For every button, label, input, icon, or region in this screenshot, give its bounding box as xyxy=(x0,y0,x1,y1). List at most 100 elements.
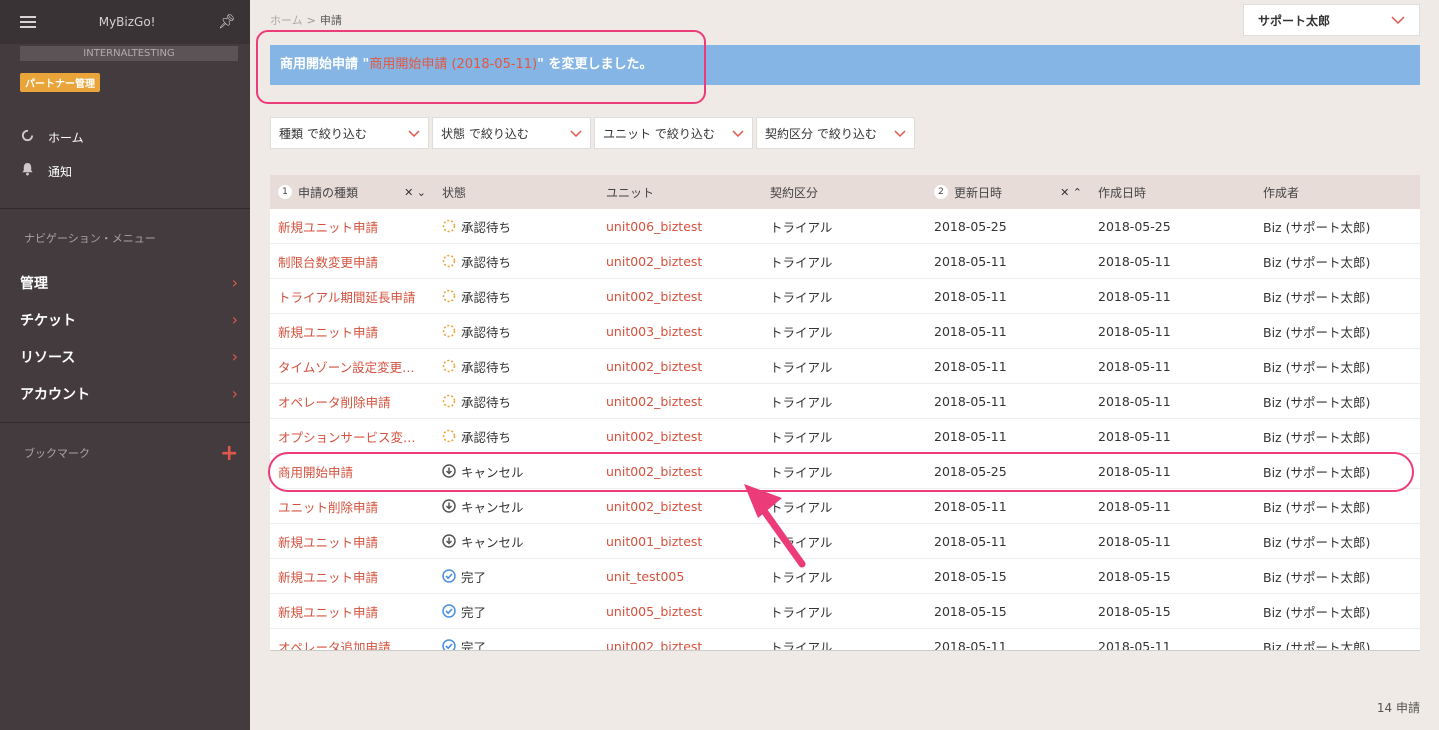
cell-created: 2018-05-11 xyxy=(1098,498,1171,514)
menu-item-resources[interactable]: リソース › xyxy=(20,338,238,375)
table-row[interactable]: 商用開始申請 キャンセル unit002_biztest トライアル 2018-05-2… xyxy=(270,454,1420,489)
pin-icon[interactable]: 📌︎ xyxy=(218,14,236,30)
column-header-updated[interactable]: 2 更新日時 ✕ ⌃ xyxy=(926,184,1090,201)
cell-author: Biz (サポート太郎) xyxy=(1263,289,1371,305)
cell-unit[interactable]: unit002_biztest xyxy=(598,359,762,374)
cell-unit[interactable]: unit003_biztest xyxy=(598,324,762,339)
nav-item-notifications[interactable]: 通知 xyxy=(20,161,84,181)
requests-table: 1 申請の種類 ✕ ⌄ 状態 ユニット 契約区分 2 更新日時 ✕ ⌃ 作成日時… xyxy=(270,175,1420,651)
table-row[interactable]: 新規ユニット申請 完了 unit_test005 トライアル 2018-05-15 201… xyxy=(270,559,1420,594)
circle-icon xyxy=(20,129,34,146)
banner-prefix: 商用開始申請 " xyxy=(280,57,370,72)
cell-status-label: キャンセル xyxy=(461,499,524,515)
column-header-type[interactable]: 1 申請の種類 ✕ ⌄ xyxy=(270,184,434,201)
table-row[interactable]: トライアル期間延長申請 承認待ち unit002_biztest トライアル 2018-… xyxy=(270,279,1420,314)
hamburger-menu-icon[interactable] xyxy=(20,16,36,28)
add-bookmark-plus-icon[interactable]: + xyxy=(220,441,238,466)
cell-type[interactable]: オペレータ追加申請 xyxy=(270,637,434,651)
filter-type[interactable]: 種類 で絞り込む xyxy=(270,117,429,149)
check-icon xyxy=(442,639,456,650)
cell-updated: 2018-05-25 xyxy=(934,218,1007,234)
table-row[interactable]: 新規ユニット申請 承認待ち unit006_biztest トライアル 2018-05-… xyxy=(270,209,1420,244)
cell-updated: 2018-05-11 xyxy=(934,288,1007,304)
cell-type[interactable]: オプションサービス変… xyxy=(270,427,434,446)
cell-contract: トライアル xyxy=(770,219,833,235)
cell-unit[interactable]: unit005_biztest xyxy=(598,604,762,619)
filter-unit[interactable]: ユニット で絞り込む xyxy=(594,117,753,149)
cell-status-label: 完了 xyxy=(461,604,487,620)
cell-created: 2018-05-11 xyxy=(1098,533,1171,549)
cell-unit[interactable]: unit002_biztest xyxy=(598,429,762,444)
cell-unit[interactable]: unit006_biztest xyxy=(598,219,762,234)
divider xyxy=(0,208,250,209)
cell-status: 完了 xyxy=(434,637,598,650)
menu-item-manage[interactable]: 管理 › xyxy=(20,264,238,301)
table-row[interactable]: タイムゾーン設定変更… 承認待ち unit002_biztest トライアル 2018-… xyxy=(270,349,1420,384)
cell-type[interactable]: 新規ユニット申請 xyxy=(270,322,434,341)
bell-icon xyxy=(20,162,34,180)
total-count: 14 申請 xyxy=(1376,701,1420,715)
cell-author: Biz (サポート太郎) xyxy=(1263,534,1371,550)
cell-type[interactable]: トライアル期間延長申請 xyxy=(270,287,434,306)
cell-type[interactable]: 新規ユニット申請 xyxy=(270,602,434,621)
cell-unit[interactable]: unit001_biztest xyxy=(598,534,762,549)
cell-type[interactable]: 新規ユニット申請 xyxy=(270,532,434,551)
cell-unit[interactable]: unit002_biztest xyxy=(598,499,762,514)
menu-item-tickets[interactable]: チケット › xyxy=(20,301,238,338)
cell-status: 承認待ち xyxy=(434,252,598,271)
cell-status: 承認待ち xyxy=(434,322,598,341)
cell-created: 2018-05-11 xyxy=(1098,358,1171,374)
success-banner: 商用開始申請 "商用開始申請 (2018-05-11)" を変更しました。 xyxy=(270,45,1420,85)
nav-section-title: ナビゲーション・メニュー xyxy=(24,232,156,245)
table-row[interactable]: 新規ユニット申請 完了 unit005_biztest トライアル 2018-05-15… xyxy=(270,594,1420,629)
cell-author: Biz (サポート太郎) xyxy=(1263,394,1371,410)
cell-author: Biz (サポート太郎) xyxy=(1263,604,1371,620)
column-header-unit[interactable]: ユニット xyxy=(598,184,762,201)
cell-created: 2018-05-11 xyxy=(1098,323,1171,339)
breadcrumb-current: 申請 xyxy=(319,14,342,27)
cell-unit[interactable]: unit002_biztest xyxy=(598,289,762,304)
cell-status: 完了 xyxy=(434,602,598,621)
table-row[interactable]: 制限台数変更申請 承認待ち unit002_biztest トライアル 2018-05-… xyxy=(270,244,1420,279)
cell-type[interactable]: 商用開始申請 xyxy=(270,462,434,481)
check-icon xyxy=(442,604,456,618)
menu-item-account[interactable]: アカウント › xyxy=(20,375,238,412)
column-header-created[interactable]: 作成日時 xyxy=(1090,184,1255,201)
cell-type[interactable]: 新規ユニット申請 xyxy=(270,217,434,236)
table-row[interactable]: オペレータ削除申請 承認待ち unit002_biztest トライアル 2018-05… xyxy=(270,384,1420,419)
cell-type[interactable]: タイムゾーン設定変更… xyxy=(270,357,434,376)
table-row[interactable]: ユニット削除申請 キャンセル unit002_biztest トライアル 2018-05… xyxy=(270,489,1420,524)
cell-status: キャンセル xyxy=(434,462,598,481)
chevron-down-icon xyxy=(732,126,744,140)
breadcrumb-home[interactable]: ホーム xyxy=(270,14,303,27)
column-header-author[interactable]: 作成者 xyxy=(1255,184,1420,201)
cell-updated: 2018-05-11 xyxy=(934,323,1007,339)
cell-type[interactable]: 制限台数変更申請 xyxy=(270,252,434,271)
column-header-contract[interactable]: 契約区分 xyxy=(762,184,926,201)
nav-item-home[interactable]: ホーム xyxy=(20,127,84,147)
table-row[interactable]: オプションサービス変… 承認待ち unit002_biztest トライアル 2018-… xyxy=(270,419,1420,454)
sort-clear-control[interactable]: ✕ ⌄ xyxy=(404,186,426,199)
cell-unit[interactable]: unit002_biztest xyxy=(598,639,762,651)
cell-type[interactable]: ユニット削除申請 xyxy=(270,497,434,516)
banner-link[interactable]: 商用開始申請 (2018-05-11) xyxy=(369,57,537,72)
cell-unit[interactable]: unit_test005 xyxy=(598,569,762,584)
cell-author: Biz (サポート太郎) xyxy=(1263,464,1371,480)
table-row[interactable]: 新規ユニット申請 キャンセル unit001_biztest トライアル 2018-05… xyxy=(270,524,1420,559)
cell-unit[interactable]: unit002_biztest xyxy=(598,254,762,269)
cell-type[interactable]: 新規ユニット申請 xyxy=(270,567,434,586)
user-dropdown[interactable]: サポート太郎 xyxy=(1243,4,1420,36)
pending-icon xyxy=(442,219,456,233)
cell-unit[interactable]: unit002_biztest xyxy=(598,394,762,409)
sort-clear-control[interactable]: ✕ ⌃ xyxy=(1060,186,1082,199)
cell-updated: 2018-05-11 xyxy=(934,428,1007,444)
filter-contract[interactable]: 契約区分 で絞り込む xyxy=(756,117,915,149)
table-row[interactable]: オペレータ追加申請 完了 unit002_biztest トライアル 2018-05-1… xyxy=(270,629,1420,651)
column-header-status[interactable]: 状態 xyxy=(434,184,598,201)
filter-status[interactable]: 状態 で絞り込む xyxy=(432,117,591,149)
column-header-type-label: 申請の種類 xyxy=(298,185,359,200)
cell-unit[interactable]: unit002_biztest xyxy=(598,464,762,479)
partner-badge[interactable]: パートナー管理 xyxy=(20,73,100,92)
cell-type[interactable]: オペレータ削除申請 xyxy=(270,392,434,411)
table-row[interactable]: 新規ユニット申請 承認待ち unit003_biztest トライアル 2018-05-… xyxy=(270,314,1420,349)
